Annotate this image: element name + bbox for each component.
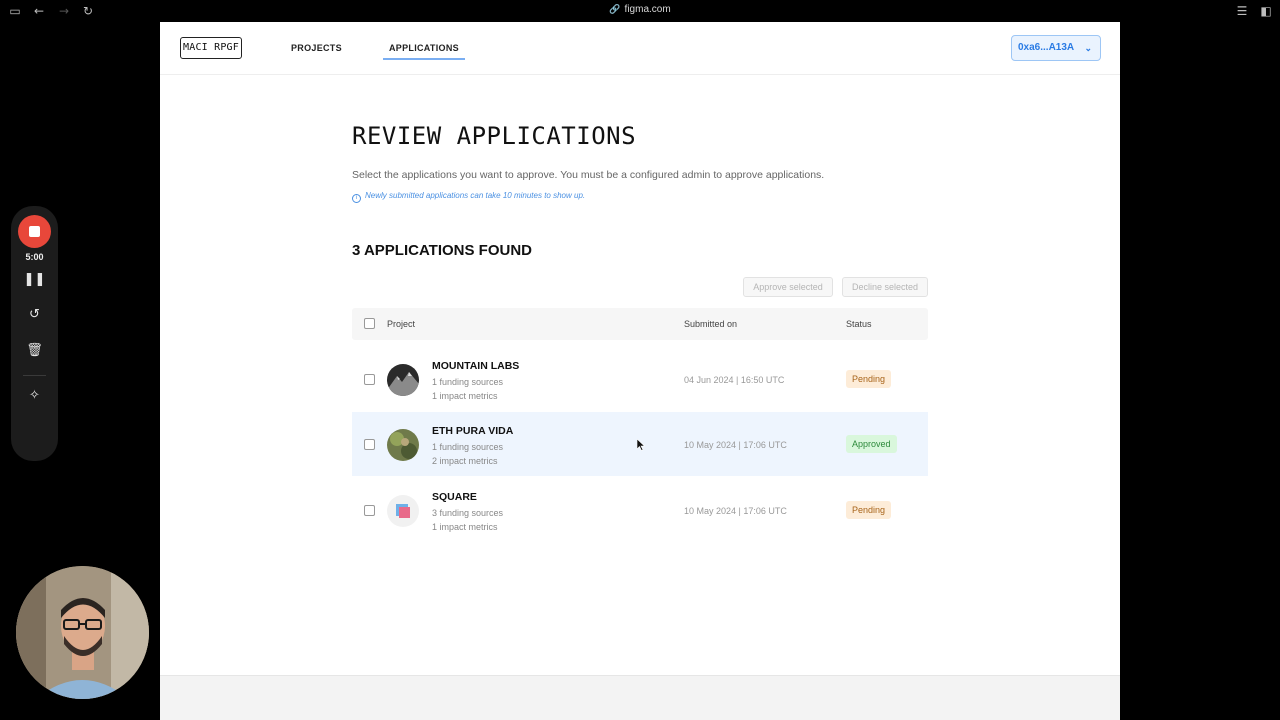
footer: [160, 675, 1120, 720]
funding-sources: 1 funding sources: [432, 377, 504, 387]
project-avatar: [387, 364, 419, 396]
chevron-down-icon: ⌄: [1084, 43, 1092, 53]
status-badge: Pending: [846, 370, 892, 388]
top-nav: MACI RPGF PROJECTS APPLICATIONS 0xa6...A…: [160, 22, 1120, 75]
table-row[interactable]: SQUARE 3 funding sources 1 impact metric…: [352, 478, 928, 542]
project-name: SQUARE: [432, 491, 477, 503]
row-checkbox[interactable]: [364, 439, 375, 450]
page: MACI RPGF PROJECTS APPLICATIONS 0xa6...A…: [160, 22, 1120, 720]
cursor-icon: [637, 439, 645, 451]
table-header: Project Submitted on Status: [352, 308, 928, 340]
submitted-date: 10 May 2024 | 17:06 UTC: [684, 440, 787, 450]
webcam-person-image: [16, 566, 149, 699]
status-badge: Pending: [846, 501, 892, 519]
results-heading: 3 APPLICATIONS FOUND: [352, 242, 533, 259]
reader-icon[interactable]: ☰: [1235, 4, 1249, 18]
impact-metrics: 1 impact metrics: [432, 522, 498, 532]
pause-icon[interactable]: ❚❚: [11, 272, 58, 287]
info-icon: i: [352, 194, 361, 203]
header-project: Project: [387, 319, 416, 329]
nav-projects[interactable]: PROJECTS: [291, 43, 342, 53]
impact-metrics: 1 impact metrics: [432, 391, 498, 401]
wallet-address: 0xa6...A13A: [1018, 42, 1075, 53]
webcam-bubble[interactable]: [16, 566, 149, 699]
approve-selected-button[interactable]: Approve selected: [743, 277, 833, 297]
project-avatar: [387, 495, 419, 527]
address-bar[interactable]: 🔗 figma.com: [0, 4, 1280, 15]
row-checkbox[interactable]: [364, 505, 375, 516]
divider: [23, 375, 46, 376]
info-note-text: Newly submitted applications can take 10…: [365, 191, 586, 200]
stop-recording-button[interactable]: [18, 215, 51, 248]
funding-sources: 3 funding sources: [432, 508, 504, 518]
page-title: REVIEW APPLICATIONS: [352, 122, 637, 150]
recorder-panel: 5:00 ❚❚ ↺ 🗑 ✧: [11, 206, 58, 461]
logo[interactable]: MACI RPGF: [180, 37, 242, 59]
impact-metrics: 2 impact metrics: [432, 456, 498, 466]
select-all-checkbox[interactable]: [364, 318, 375, 329]
submitted-date: 04 Jun 2024 | 16:50 UTC: [684, 375, 785, 385]
status-badge: Approved: [846, 435, 897, 453]
project-avatar: [387, 429, 419, 461]
page-description: Select the applications you want to appr…: [352, 169, 825, 181]
trash-icon[interactable]: 🗑: [11, 343, 58, 358]
row-checkbox[interactable]: [364, 374, 375, 385]
table-row[interactable]: MOUNTAIN LABS 1 funding sources 1 impact…: [352, 347, 928, 411]
info-note: i Newly submitted applications can take 1…: [352, 191, 585, 203]
decline-selected-button[interactable]: Decline selected: [842, 277, 928, 297]
link-icon: 🔗: [609, 4, 621, 14]
header-submitted-on: Submitted on: [684, 319, 738, 329]
project-name: ETH PURA VIDA: [432, 425, 514, 437]
funding-sources: 1 funding sources: [432, 442, 504, 452]
project-name: MOUNTAIN LABS: [432, 360, 520, 372]
recording-timer: 5:00: [25, 252, 44, 262]
effects-icon[interactable]: ✧: [11, 388, 58, 403]
split-view-icon[interactable]: ◧: [1259, 4, 1273, 18]
browser-toolbar: ▭ ← → ↻ 🔗 figma.com ☰ ◧: [0, 0, 1280, 22]
wallet-button[interactable]: 0xa6...A13A ⌄: [1011, 35, 1101, 61]
nav-applications[interactable]: APPLICATIONS: [383, 43, 465, 60]
submitted-date: 10 May 2024 | 17:06 UTC: [684, 506, 787, 516]
url-text: figma.com: [624, 4, 671, 15]
restart-icon[interactable]: ↺: [11, 307, 58, 322]
header-status: Status: [846, 319, 872, 329]
